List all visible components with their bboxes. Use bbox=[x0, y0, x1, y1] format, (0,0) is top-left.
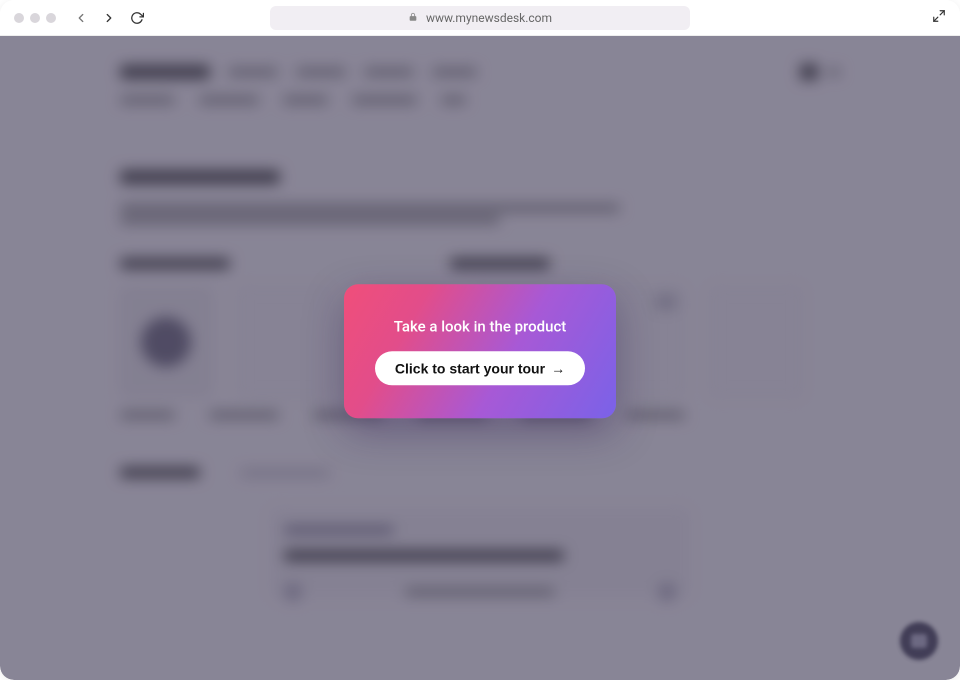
back-icon[interactable] bbox=[74, 11, 88, 25]
start-tour-button[interactable]: Click to start your tour → bbox=[375, 351, 585, 385]
arrow-right-icon: → bbox=[551, 360, 565, 376]
window-close-dot[interactable] bbox=[14, 13, 24, 23]
tour-modal-title: Take a look in the product bbox=[394, 317, 567, 335]
expand-icon[interactable] bbox=[932, 8, 946, 27]
tour-modal: Take a look in the product Click to star… bbox=[344, 284, 616, 418]
chat-widget[interactable] bbox=[900, 622, 938, 660]
window-minimize-dot[interactable] bbox=[30, 13, 40, 23]
nav-controls bbox=[74, 11, 144, 25]
address-bar[interactable]: www.mynewsdesk.com bbox=[270, 6, 690, 30]
browser-frame: www.mynewsdesk.com bbox=[0, 0, 960, 680]
lock-icon bbox=[408, 11, 418, 25]
forward-icon[interactable] bbox=[102, 11, 116, 25]
viewport: Take a look in the product Click to star… bbox=[0, 36, 960, 680]
start-tour-button-label: Click to start your tour bbox=[395, 360, 545, 376]
browser-chrome: www.mynewsdesk.com bbox=[0, 0, 960, 36]
chat-icon bbox=[911, 634, 927, 648]
url-text: www.mynewsdesk.com bbox=[426, 11, 552, 25]
window-controls bbox=[14, 13, 56, 23]
window-maximize-dot[interactable] bbox=[46, 13, 56, 23]
reload-icon[interactable] bbox=[130, 11, 144, 25]
